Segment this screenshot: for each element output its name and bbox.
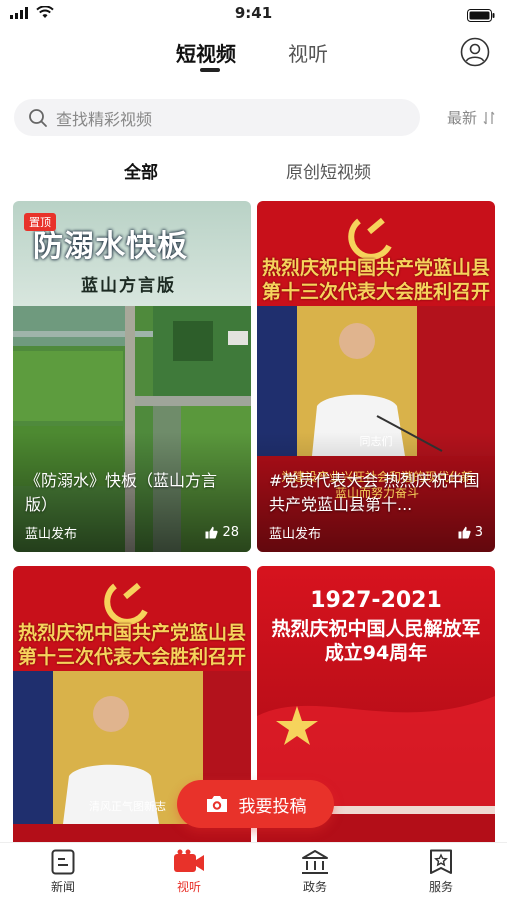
upload-button-label: 我要投稿 bbox=[238, 796, 307, 817]
nav-item-news[interactable]: 新闻 bbox=[33, 849, 93, 895]
card-source: 蓝山发布 bbox=[25, 527, 78, 542]
subtab-original-short-video[interactable]: 原创短视频 bbox=[286, 158, 371, 183]
pinned-badge: 置顶 bbox=[24, 213, 56, 231]
likes-count: 28 bbox=[222, 525, 239, 540]
search-placeholder: 查找精彩视频 bbox=[56, 109, 153, 129]
card-title: #党员代表大会 热烈庆祝中国共产党蓝山县第十... bbox=[269, 471, 480, 514]
video-caption: 同志们 bbox=[359, 435, 393, 448]
card-meta: 蓝山发布 28 bbox=[25, 523, 239, 542]
card-info: 《防溺水》快板（蓝山方言版） 蓝山发布 28 bbox=[13, 459, 251, 552]
nav-label: 政务 bbox=[302, 880, 327, 894]
search-input[interactable]: 查找精彩视频 bbox=[14, 99, 420, 136]
sort-label: 最新 bbox=[446, 109, 477, 127]
subtab-all[interactable]: 全部 bbox=[124, 158, 158, 183]
status-time: 9:41 bbox=[234, 4, 273, 22]
video-card[interactable]: 热烈庆祝中国共产党蓝山县 第十三次代表大会胜利召开 同志们 为建设产业兴旺社会和… bbox=[257, 201, 495, 552]
nav-label: 视听 bbox=[176, 880, 201, 894]
card-meta: 蓝山发布 3 bbox=[269, 523, 483, 542]
thumbnail-banner-line-1: 热烈庆祝中国共产党蓝山县 bbox=[261, 257, 490, 279]
card-source: 蓝山发布 bbox=[269, 527, 322, 542]
video-camera-icon bbox=[174, 849, 204, 872]
active-tab-indicator bbox=[200, 68, 220, 72]
video-caption: 清风正气图新志 bbox=[89, 800, 166, 813]
upload-video-button[interactable]: 我要投稿 bbox=[177, 780, 334, 828]
government-building-icon bbox=[302, 850, 328, 874]
card-title: 《防溺水》快板（蓝山方言版） bbox=[25, 471, 218, 514]
thumbs-up-icon bbox=[458, 526, 471, 539]
thumbnail-subheading: 蓝山方言版 bbox=[81, 276, 176, 296]
thumbnail-heading: 防溺水快板 bbox=[33, 229, 188, 264]
thumbnail-banner-line-2: 成立94周年 bbox=[324, 642, 428, 664]
top-nav: 短视频 视听 bbox=[0, 28, 507, 84]
thumbnail-banner-line-2: 第十三次代表大会胜利召开 bbox=[261, 281, 490, 303]
nav-item-video[interactable]: 视听 bbox=[159, 849, 219, 895]
nav-label: 新闻 bbox=[50, 880, 75, 894]
thumbnail-banner-line-1: 热烈庆祝中国共产党蓝山县 bbox=[17, 622, 246, 644]
status-bar: 9:41 bbox=[0, 0, 507, 28]
user-profile-icon[interactable] bbox=[460, 37, 490, 67]
search-icon bbox=[29, 108, 47, 127]
news-icon bbox=[51, 849, 75, 875]
bottom-nav: 新闻 视听 政务 服务 bbox=[0, 842, 507, 900]
sort-button[interactable]: 最新 bbox=[447, 107, 495, 128]
thumbs-up-icon bbox=[205, 526, 219, 539]
camera-icon bbox=[206, 796, 227, 812]
card-likes[interactable]: 28 bbox=[205, 525, 239, 540]
thumbnail-banner-line-1: 热烈庆祝中国人民解放军 bbox=[271, 618, 481, 640]
thumbnail-year-range: 1927-2021 bbox=[310, 588, 442, 613]
nav-item-government[interactable]: 政务 bbox=[285, 849, 345, 895]
card-info: #党员代表大会 热烈庆祝中国共产党蓝山县第十... 蓝山发布 3 bbox=[257, 459, 495, 552]
card-likes[interactable]: 3 bbox=[458, 525, 483, 540]
thumbnail-banner-line-2: 第十三次代表大会胜利召开 bbox=[17, 646, 246, 668]
nav-item-service[interactable]: 服务 bbox=[411, 849, 471, 895]
service-badge-icon bbox=[430, 849, 452, 874]
tab-audiovisual[interactable]: 视听 bbox=[288, 38, 328, 67]
nav-label: 服务 bbox=[428, 880, 453, 894]
likes-count: 3 bbox=[474, 525, 483, 540]
status-icons-right bbox=[467, 7, 495, 26]
sort-arrows-icon bbox=[483, 111, 495, 124]
tab-short-video[interactable]: 短视频 bbox=[176, 38, 236, 67]
battery-icon bbox=[467, 9, 495, 22]
video-card[interactable]: 置顶 防溺水快板 蓝山方言版 《防溺水》快板（蓝山方言版） 蓝山发布 28 bbox=[13, 201, 251, 552]
